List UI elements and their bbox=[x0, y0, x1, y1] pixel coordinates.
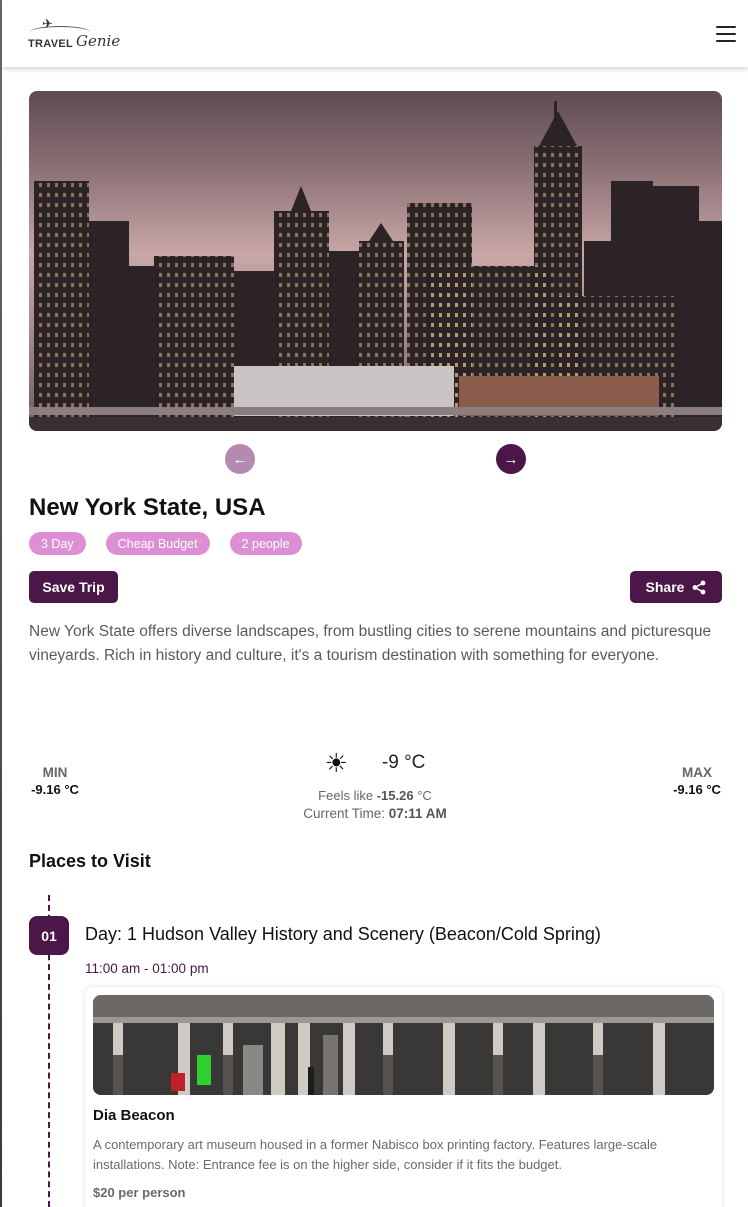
place-image bbox=[93, 995, 714, 1095]
place-card[interactable]: Dia Beacon A contemporary art museum hou… bbox=[85, 987, 722, 1207]
feels-like-unit: °C bbox=[417, 788, 432, 803]
carousel-prev-button[interactable]: ← bbox=[225, 444, 255, 474]
day-number-badge: 01 bbox=[29, 916, 69, 955]
weather-min-value: -9.16 °C bbox=[31, 782, 79, 797]
weather-max-value: -9.16 °C bbox=[673, 782, 721, 797]
day-time-range: 11:00 am - 01:00 pm bbox=[85, 961, 209, 976]
weather-max-label: MAX bbox=[682, 765, 712, 780]
destination-hero-image bbox=[29, 91, 722, 431]
arrow-right-icon: → bbox=[503, 450, 519, 468]
share-button[interactable]: Share bbox=[630, 571, 722, 603]
weather-max: MAX -9.16 °C bbox=[670, 765, 724, 797]
weather-temperature: -9 °C bbox=[381, 752, 426, 773]
place-name: Dia Beacon bbox=[93, 1107, 175, 1124]
top-navbar: ✈ TRAVEL Genie bbox=[2, 0, 748, 67]
place-price: $20 per person bbox=[93, 1185, 186, 1200]
logo-text: TRAVEL bbox=[28, 37, 73, 50]
hamburger-menu-icon[interactable] bbox=[716, 25, 736, 42]
trip-tags: 3 Day Cheap Budget 2 people bbox=[29, 532, 302, 555]
weather-min-label: MIN bbox=[42, 765, 68, 780]
tag-travelers: 2 people bbox=[229, 532, 302, 555]
place-description: A contemporary art museum housed in a fo… bbox=[93, 1137, 658, 1172]
share-button-label: Share bbox=[645, 579, 685, 595]
current-time-label: Current Time: bbox=[303, 806, 385, 821]
places-heading: Places to Visit bbox=[29, 851, 151, 871]
travel-genie-logo[interactable]: ✈ TRAVEL Genie bbox=[26, 14, 120, 54]
carousel-next-button[interactable]: → bbox=[496, 444, 526, 474]
tag-duration: 3 Day bbox=[29, 532, 86, 555]
tag-budget: Cheap Budget bbox=[105, 532, 210, 555]
weather-feels-like: Feels like -15.26 °C bbox=[280, 788, 470, 803]
feels-like-value: -15.26 bbox=[376, 788, 414, 803]
weather-min: MIN -9.16 °C bbox=[29, 765, 81, 797]
day-title: Day: 1 Hudson Valley History and Scenery… bbox=[85, 924, 601, 944]
trip-title: New York State, USA bbox=[29, 494, 266, 521]
weather-current-time: Current Time: 07:11 AM bbox=[280, 806, 470, 821]
save-trip-button[interactable]: Save Trip bbox=[29, 571, 118, 603]
weather-current: ☀ -9 °C Feels like -15.26 °C Current Tim… bbox=[280, 748, 470, 821]
share-icon bbox=[693, 580, 706, 594]
window-edge bbox=[0, 0, 2, 1207]
sun-icon: ☀ bbox=[324, 748, 348, 778]
airplane-icon: ✈ bbox=[42, 15, 53, 31]
trip-description: New York State offers diverse landscapes… bbox=[29, 623, 712, 664]
feels-like-label: Feels like bbox=[318, 788, 374, 803]
current-time-value: 07:11 AM bbox=[388, 806, 447, 821]
logo-script: Genie bbox=[76, 31, 121, 50]
arrow-left-icon: ← bbox=[232, 450, 248, 468]
